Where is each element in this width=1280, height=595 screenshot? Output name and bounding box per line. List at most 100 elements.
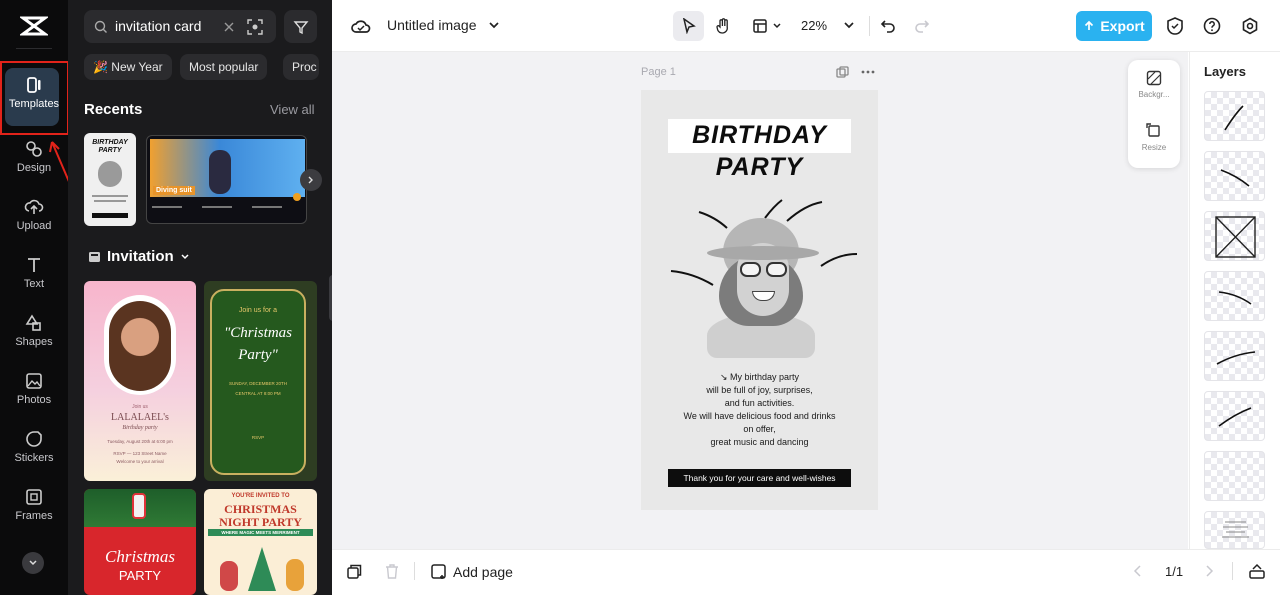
upload-icon <box>24 199 44 214</box>
undo-button[interactable] <box>878 16 898 36</box>
rail-item-text[interactable]: Text <box>0 244 68 300</box>
chevron-down-icon[interactable] <box>486 17 502 33</box>
copy-icon <box>346 564 361 579</box>
cloud-save-icon[interactable] <box>351 16 371 36</box>
template1-address: RSVP — 123 Street Name <box>113 451 167 456</box>
resize-tool[interactable]: Resize <box>1128 123 1180 163</box>
chevron-down-icon <box>29 560 37 566</box>
resize-icon <box>1146 123 1160 137</box>
template-card-christmas-night[interactable]: YOU'RE INVITED TO CHRISTMAS NIGHT PARTY … <box>204 489 317 595</box>
body-line: and fun activities. <box>724 398 795 408</box>
copy-page-button[interactable] <box>345 562 363 580</box>
chevron-down-icon <box>773 23 781 29</box>
rail-label: Stickers <box>14 451 54 464</box>
duplicate-page-icon[interactable] <box>835 65 849 79</box>
document-title[interactable]: Untitled image <box>387 17 477 33</box>
template1-date: Tuesday, August 20th at 6:00 pm <box>107 439 173 444</box>
recent-title-2: PARTY <box>98 147 122 154</box>
layer-item[interactable] <box>1204 211 1265 261</box>
rail-item-stickers[interactable]: Stickers <box>0 418 68 474</box>
search-input[interactable]: invitation card <box>115 18 201 34</box>
chevron-right-icon <box>1206 565 1214 577</box>
layer-item[interactable] <box>1204 451 1265 501</box>
template-card-christmas-green[interactable]: Join us for a "Christmas Party" SUNDAY, … <box>204 281 317 481</box>
image-search-icon[interactable] <box>247 19 263 35</box>
export-button[interactable]: Export <box>1076 11 1152 41</box>
layers-title: Layers <box>1204 64 1246 79</box>
layout-button[interactable] <box>749 11 785 41</box>
layout-icon <box>753 19 767 33</box>
settings-button[interactable] <box>1240 16 1260 36</box>
shield-icon <box>1167 17 1183 35</box>
page-panel-toggle[interactable] <box>1248 562 1266 580</box>
filter-icon <box>293 21 309 35</box>
chip-product[interactable]: Proc <box>283 54 319 80</box>
recent-item-birthday[interactable]: BIRTHDAY PARTY <box>84 133 136 226</box>
rail-item-upload[interactable]: Upload <box>0 186 68 242</box>
portrait-photo[interactable] <box>693 210 835 360</box>
layer-item[interactable] <box>1204 391 1265 441</box>
template1-name: LALALAEL's <box>111 412 169 423</box>
layer-item[interactable] <box>1204 331 1265 381</box>
resize-label: Resize <box>1141 143 1167 152</box>
prev-page-button[interactable] <box>1131 563 1145 579</box>
layer-item[interactable] <box>1204 91 1265 141</box>
template-card-christmas-red[interactable]: Christmas PARTY <box>84 489 196 595</box>
redo-button[interactable] <box>912 16 932 36</box>
chevron-left-icon <box>1133 565 1141 577</box>
background-tool[interactable]: Backgr... <box>1128 70 1180 110</box>
search-box[interactable]: invitation card <box>84 10 276 43</box>
design-page[interactable]: BIRTHDAY PARTY ↘ My birthday party will … <box>641 90 878 510</box>
template-card-birthday-pink[interactable]: Join us LALALAEL's Birthday party Tuesda… <box>84 281 196 481</box>
help-button[interactable] <box>1202 16 1222 36</box>
body-line: will be full of joy, surprises, <box>706 385 813 395</box>
capcut-logo[interactable] <box>18 14 50 38</box>
select-tool-button[interactable] <box>673 11 704 41</box>
rail-item-templates[interactable]: Templates <box>0 64 68 126</box>
template2-top: Join us for a <box>238 307 278 314</box>
rail-label: Shapes <box>15 335 53 348</box>
heading-line-2[interactable]: PARTY <box>641 153 878 182</box>
layer-item[interactable] <box>1204 151 1265 201</box>
upload-arrow-icon <box>1085 20 1094 30</box>
recent-title-1: BIRTHDAY <box>92 139 128 146</box>
footer-banner[interactable]: Thank you for your care and well-wishes <box>668 469 851 487</box>
shield-button[interactable] <box>1165 16 1185 36</box>
page-label: Page 1 <box>641 66 676 78</box>
rail-item-shapes[interactable]: Shapes <box>0 302 68 358</box>
layer-item[interactable] <box>1204 271 1265 321</box>
background-label: Backgr... <box>1138 90 1170 99</box>
filter-button[interactable] <box>284 10 317 43</box>
hand-tool-button[interactable] <box>709 11 739 41</box>
category-dropdown[interactable]: Invitation <box>88 248 190 265</box>
left-rail: Templates Design Upload Text Shapes Phot… <box>0 0 68 595</box>
body-text-block[interactable]: ↘ My birthday party will be full of joy,… <box>641 371 878 449</box>
rail-label: Photos <box>16 393 52 406</box>
more-icon[interactable] <box>860 65 876 79</box>
rail-more-button[interactable] <box>22 552 44 574</box>
layer-item[interactable] <box>1204 511 1265 549</box>
view-all-link[interactable]: View all <box>270 102 315 117</box>
rail-item-frames[interactable]: Frames <box>0 476 68 532</box>
chevron-down-icon <box>181 253 189 259</box>
recent-item-diving[interactable]: Diving suit <box>146 135 307 224</box>
chip-most-popular[interactable]: Most popular <box>180 54 268 80</box>
recents-next-button[interactable] <box>300 169 322 191</box>
design-icon <box>26 140 42 157</box>
rail-item-photos[interactable]: Photos <box>0 360 68 416</box>
body-line: ↘ My birthday party <box>719 372 800 382</box>
clear-icon[interactable] <box>224 22 234 32</box>
background-icon <box>1146 70 1162 86</box>
zoom-dropdown[interactable] <box>841 17 857 33</box>
heading-line-1[interactable]: BIRTHDAY <box>641 121 878 150</box>
add-page-button[interactable]: Add page <box>431 562 513 582</box>
cursor-icon <box>682 18 696 34</box>
delete-page-button[interactable] <box>383 562 401 580</box>
rail-label: Text <box>23 277 45 290</box>
next-page-button[interactable] <box>1202 563 1216 579</box>
chip-new-year[interactable]: 🎉 New Year <box>84 54 172 80</box>
template2-rsvp: RSVP <box>251 435 265 440</box>
template3-title1: Christmas <box>105 547 175 566</box>
portrait-photo <box>109 301 171 391</box>
zoom-level[interactable]: 22% <box>801 18 827 33</box>
